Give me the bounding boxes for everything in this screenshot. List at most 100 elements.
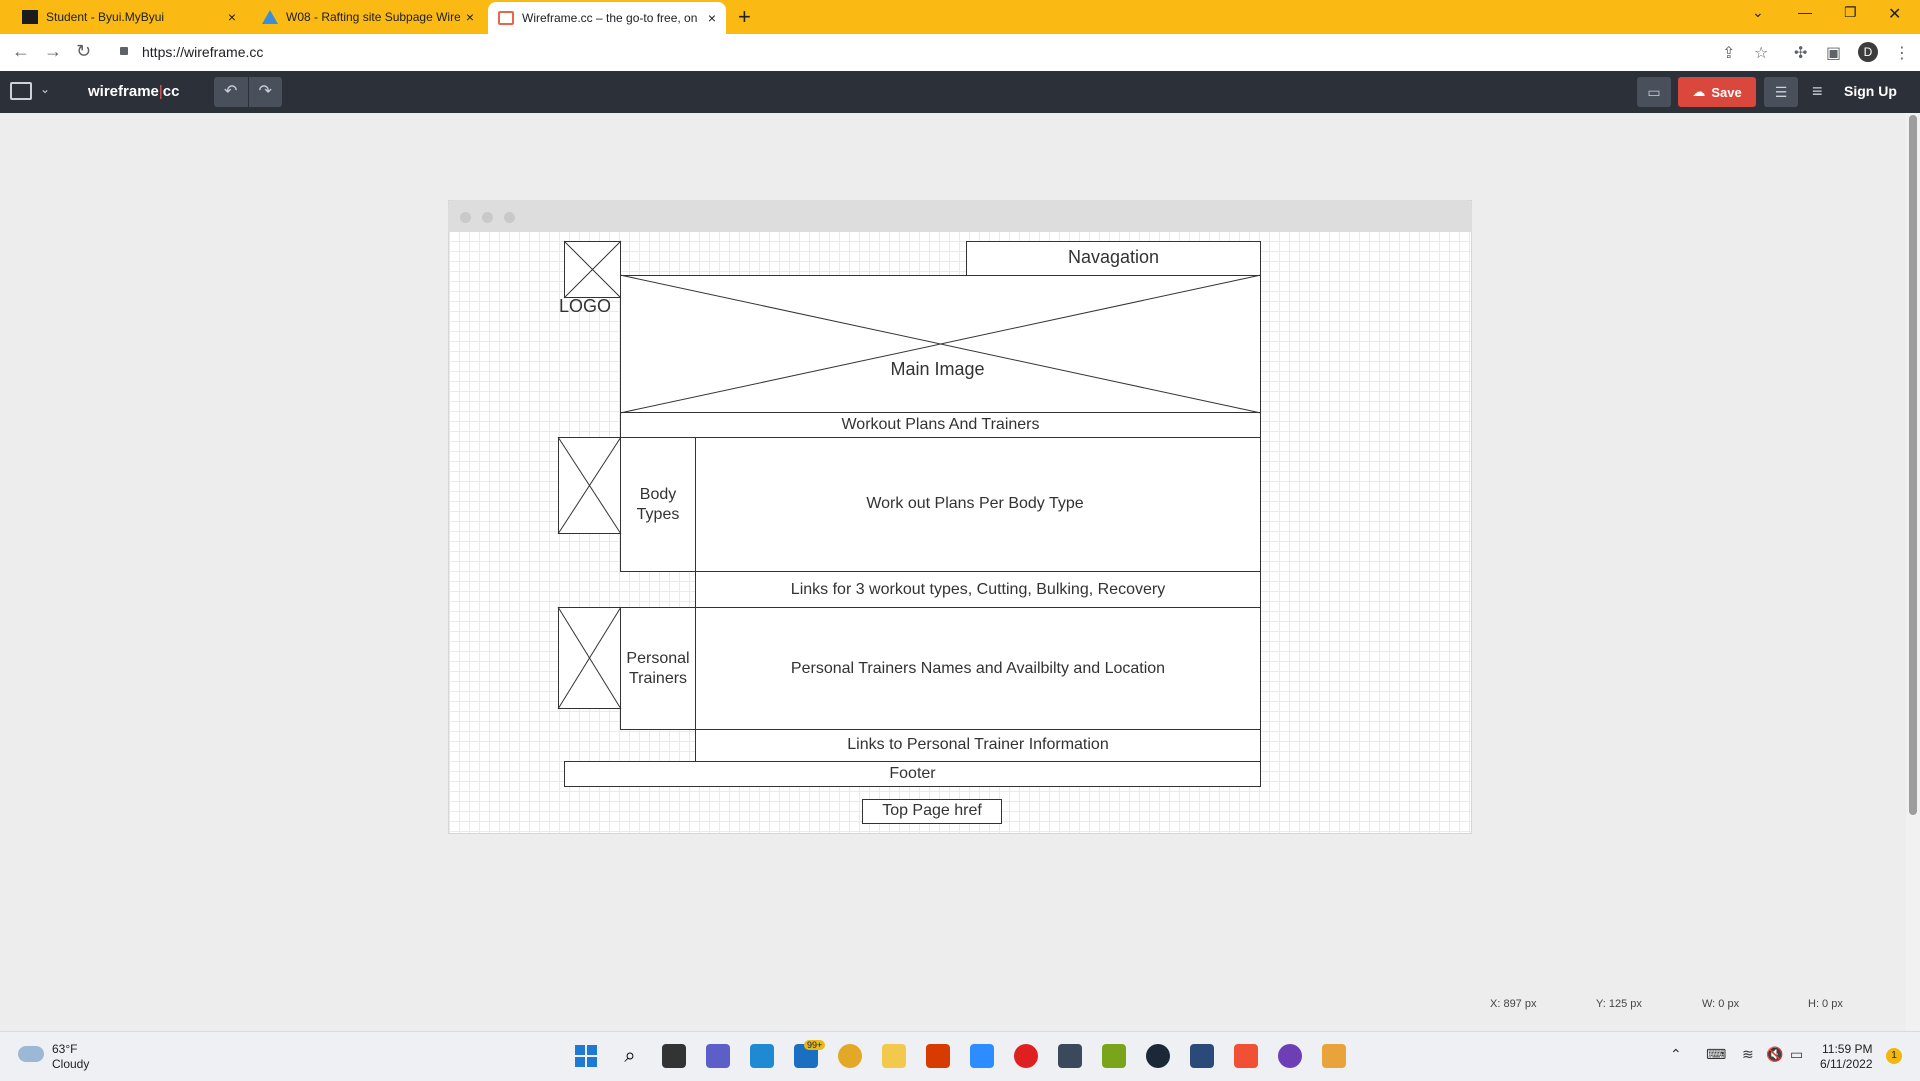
logo-label: LOGO — [558, 296, 611, 316]
body-types-label: Body Types — [636, 486, 680, 523]
url-field[interactable]: https://wireframe.cc — [142, 44, 263, 60]
minimize-icon[interactable]: — — [1798, 4, 1812, 20]
save-label: Save — [1711, 84, 1742, 100]
windows-start-icon[interactable] — [574, 1044, 598, 1068]
navigation-label: Navagation — [1067, 247, 1160, 267]
body-types-content: Work out Plans Per Body Type — [866, 495, 1084, 512]
tab-w08-rafting[interactable]: W08 - Rafting site Subpage Wire × — [252, 0, 484, 34]
wireframe-icon — [498, 11, 514, 25]
weather-widget[interactable]: 63°F Cloudy — [52, 1042, 89, 1072]
more-icon[interactable]: ⋮ — [1894, 43, 1910, 63]
tab-title: W08 - Rafting site Subpage Wire — [286, 10, 460, 24]
top-page-link: Top Page href — [882, 802, 982, 819]
body-types-image-placeholder[interactable] — [558, 437, 621, 534]
zoom-icon[interactable] — [970, 1044, 994, 1068]
status-h: H: 0 px — [1808, 998, 1843, 1010]
avatar[interactable]: D — [1858, 42, 1878, 62]
status-w: W: 0 px — [1702, 998, 1740, 1010]
trainers-label: Personal Trainers — [626, 650, 690, 687]
github-icon[interactable] — [1278, 1044, 1302, 1068]
close-window-icon[interactable]: ✕ — [1888, 4, 1901, 24]
new-tab-button[interactable]: + — [738, 4, 751, 30]
redo-button[interactable]: ↷ — [249, 77, 283, 107]
brand-suffix: cc — [162, 83, 180, 100]
brand-logo[interactable]: wireframe|cc — [88, 83, 179, 100]
weather-condition: Cloudy — [52, 1057, 90, 1071]
git-icon[interactable] — [1234, 1044, 1258, 1068]
cloud-upload-icon: ☁ — [1692, 84, 1706, 99]
brand-text: wireframe — [88, 83, 159, 100]
close-icon[interactable]: × — [466, 9, 474, 25]
workout-links: Links for 3 workout types, Cutting, Bulk… — [790, 581, 1166, 598]
restore-icon[interactable]: ❐ — [1844, 4, 1857, 21]
temperature: 63°F — [52, 1042, 78, 1056]
clock[interactable]: 11:59 PM 6/11/2022 — [1820, 1042, 1873, 1072]
undo-redo-group: ↶ ↷ — [214, 77, 282, 107]
drive-icon — [262, 10, 278, 24]
taskbar: 63°F Cloudy ⌕ 99+ ⌃ ⌨ ≋ 🔇 ▭ 11:59 PM 6/1… — [0, 1031, 1920, 1081]
app-toolbar: ⌄ wireframe|cc ↶ ↷ ▭ ☁ Save ☰ ≡ Sign Up — [0, 71, 1920, 113]
tab-wireframe-cc[interactable]: Wireframe.cc – the go-to free, on × — [488, 2, 726, 34]
task-view-icon[interactable] — [662, 1044, 686, 1068]
footer-label: Footer — [889, 765, 936, 782]
window-dot — [482, 212, 493, 223]
office-icon[interactable] — [926, 1044, 950, 1068]
file-explorer-icon[interactable] — [882, 1044, 906, 1068]
settings-sliders-button[interactable]: ☰ — [1764, 77, 1798, 107]
app-icon[interactable] — [1322, 1044, 1346, 1068]
keyboard-icon[interactable]: ⌨ — [1706, 1046, 1726, 1063]
main-image-placeholder[interactable] — [620, 275, 1261, 413]
address-bar-row: ← → ↻ https://wireframe.cc ⇪ ☆ ✣ ▣ D ⋮ — [0, 34, 1920, 72]
notification-badge[interactable]: 1 — [1886, 1048, 1902, 1064]
tab-student-byui[interactable]: Student - Byui.MyByui × — [12, 0, 246, 34]
undo-button[interactable]: ↶ — [214, 77, 249, 107]
logo-placeholder[interactable] — [564, 241, 621, 298]
chrome-icon[interactable] — [838, 1044, 862, 1068]
window-dot — [460, 212, 471, 223]
search-icon[interactable]: ⌕ — [618, 1044, 642, 1068]
main-image-label: Main Image — [890, 359, 985, 379]
mail-badge: 99+ — [804, 1040, 826, 1050]
tab-title: Wireframe.cc – the go-to free, on — [522, 11, 698, 25]
youtube-music-icon[interactable] — [1014, 1044, 1038, 1068]
status-y: Y: 125 px — [1596, 998, 1642, 1010]
tab-search-icon[interactable]: ⌄ — [1752, 4, 1764, 21]
cloud-icon — [18, 1046, 44, 1062]
hamburger-icon[interactable]: ≡ — [1812, 81, 1823, 102]
save-button[interactable]: ☁ Save — [1678, 77, 1756, 107]
byui-icon — [22, 10, 38, 24]
steam-icon[interactable] — [1146, 1044, 1170, 1068]
wifi-icon[interactable]: ≋ — [1742, 1046, 1754, 1063]
sign-up-link[interactable]: Sign Up — [1844, 83, 1897, 99]
share-icon[interactable]: ⇪ — [1722, 43, 1735, 63]
terminal-icon[interactable] — [1058, 1044, 1082, 1068]
status-x: X: 897 px — [1490, 998, 1537, 1010]
extensions-icon[interactable]: ✣ — [1794, 43, 1807, 63]
battery-icon[interactable]: ▭ — [1790, 1046, 1803, 1063]
star-icon[interactable]: ☆ — [1754, 43, 1768, 63]
reload-icon[interactable]: ↻ — [76, 41, 91, 62]
database-icon[interactable] — [1190, 1044, 1214, 1068]
scrollbar-thumb[interactable] — [1909, 115, 1917, 815]
back-icon[interactable]: ← — [12, 41, 30, 62]
chevron-up-icon[interactable]: ⌃ — [1670, 1046, 1682, 1063]
close-icon[interactable]: × — [228, 9, 236, 25]
tab-strip: Student - Byui.MyByui × W08 - Rafting si… — [0, 0, 1920, 34]
teams-chat-icon[interactable] — [706, 1044, 730, 1068]
volume-muted-icon[interactable]: 🔇 — [1766, 1046, 1783, 1063]
workout-header: Workout Plans And Trainers — [841, 416, 1040, 433]
close-icon[interactable]: × — [708, 10, 716, 26]
arduino-icon[interactable] — [1102, 1044, 1126, 1068]
lock-icon[interactable] — [120, 47, 128, 55]
date: 6/11/2022 — [1820, 1057, 1873, 1071]
side-panel-icon[interactable]: ▣ — [1826, 43, 1841, 63]
canvas-window-bar — [448, 200, 1472, 232]
page-menu-icon[interactable] — [10, 82, 32, 100]
trainer-links: Links to Personal Trainer Information — [847, 736, 1109, 753]
chevron-down-icon[interactable]: ⌄ — [40, 82, 50, 96]
vscode-icon[interactable] — [750, 1044, 774, 1068]
comment-button[interactable]: ▭ — [1637, 77, 1671, 107]
forward-icon[interactable]: → — [44, 41, 62, 62]
vertical-scrollbar[interactable] — [1906, 113, 1920, 1031]
trainers-image-placeholder[interactable] — [558, 607, 621, 709]
